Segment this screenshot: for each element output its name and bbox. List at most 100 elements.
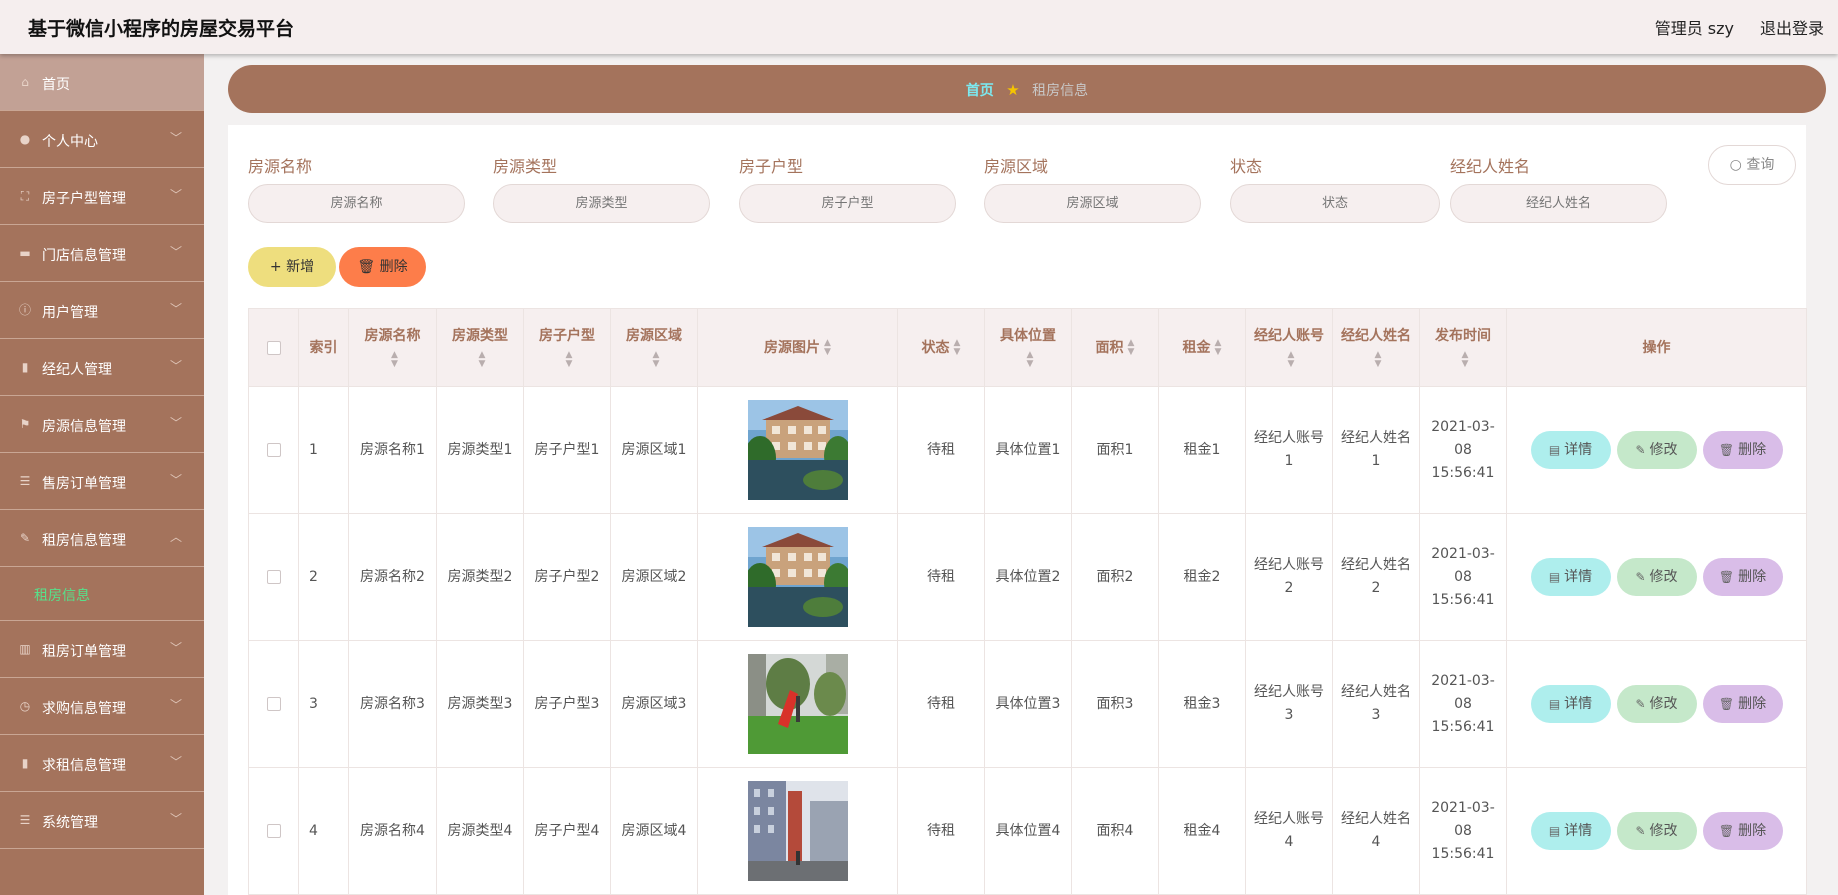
sidebar-subitem-rental-info[interactable]: 租房信息 bbox=[0, 567, 204, 621]
detail-button[interactable]: ▤ 详情 bbox=[1530, 812, 1611, 850]
cell-rent: 租金4 bbox=[1158, 767, 1246, 895]
cell-area: 房源区域1 bbox=[610, 386, 698, 514]
column-header[interactable]: 面积 ▲ ▼ bbox=[1071, 308, 1159, 387]
detail-button[interactable]: ▤ 详情 bbox=[1530, 558, 1611, 596]
add-button-label: 新增 bbox=[286, 259, 315, 275]
chevron-down-icon: ﹀ bbox=[169, 359, 182, 373]
sidebar-item-home[interactable]: ⌂ 首页 bbox=[0, 54, 204, 111]
sidebar-item-listings[interactable]: ⚑ 房源信息管理 ﹀ bbox=[0, 396, 204, 453]
column-header[interactable]: 房源区域 ▲ ▼ bbox=[610, 308, 698, 387]
cell-rent: 租金2 bbox=[1158, 513, 1246, 641]
pencil-icon: ✎ bbox=[1635, 570, 1646, 584]
sidebar-item-store[interactable]: ▬ 门店信息管理 ﹀ bbox=[0, 225, 204, 282]
sidebar-item-system[interactable]: ☰ 系统管理 ﹀ bbox=[0, 792, 204, 849]
cell-agent-account: 经纪人账号1 bbox=[1245, 386, 1333, 514]
batch-delete-button[interactable]: 🗑 删除 bbox=[339, 247, 426, 287]
delete-button[interactable]: 🗑 删除 bbox=[1702, 685, 1783, 723]
cell-size: 面积1 bbox=[1071, 386, 1159, 514]
breadcrumb-home[interactable]: 首页 bbox=[966, 83, 994, 99]
breadcrumb: 首页 ★ 租房信息 bbox=[228, 65, 1826, 113]
sidebar-item-users[interactable]: ⓘ 用户管理 ﹀ bbox=[0, 282, 204, 339]
sort-icon: ▲ ▼ bbox=[565, 349, 573, 369]
row-checkbox[interactable] bbox=[266, 569, 281, 584]
row-checkbox[interactable] bbox=[266, 442, 281, 457]
sidebar-item-rent-requests[interactable]: ▮ 求租信息管理 ﹀ bbox=[0, 735, 204, 792]
column-header[interactable]: 经纪人姓名 ▲ ▼ bbox=[1332, 308, 1420, 387]
type-input[interactable] bbox=[493, 184, 710, 223]
delete-label: 删除 bbox=[1738, 696, 1767, 712]
sort-icon: ▲ ▼ bbox=[1461, 349, 1469, 369]
edit-button[interactable]: ✎ 修改 bbox=[1616, 431, 1697, 469]
menu-icon: ☰ bbox=[19, 813, 31, 827]
cell-index: 3 bbox=[298, 640, 349, 768]
logout-link[interactable]: 退出登录 bbox=[1760, 15, 1824, 39]
name-input[interactable] bbox=[248, 184, 465, 223]
edit-icon: ✎ bbox=[19, 531, 31, 545]
table-header-row: 索引 房源名称 ▲ ▼ 房源类型 ▲ ▼ 房子户型 ▲ ▼ 房源区域 ▲ ▼ 房源图片 ▲ ▼ 状态… bbox=[248, 308, 1807, 387]
add-button[interactable]: + 新增 bbox=[248, 247, 336, 287]
column-header[interactable]: 状态 ▲ ▼ bbox=[897, 308, 985, 387]
cell-agent-name: 经纪人姓名4 bbox=[1332, 767, 1420, 895]
sidebar-item-purchase-requests[interactable]: ◷ 求购信息管理 ﹀ bbox=[0, 678, 204, 735]
filter-label-status: 状态 bbox=[1230, 157, 1263, 176]
status-input[interactable] bbox=[1230, 184, 1440, 223]
column-header: 操作 bbox=[1506, 308, 1807, 387]
detail-button[interactable]: ▤ 详情 bbox=[1530, 685, 1611, 723]
select-all-checkbox[interactable] bbox=[266, 340, 281, 355]
sidebar: ⌂ 首页 ● 个人中心 ﹀ ⛶ 房子户型管理 ﹀ ▬ 门店信息管理 ﹀ ⓘ 用户… bbox=[0, 54, 204, 895]
edit-button[interactable]: ✎ 修改 bbox=[1616, 812, 1697, 850]
column-header[interactable]: 房源图片 ▲ ▼ bbox=[697, 308, 898, 387]
sort-icon: ▲ ▼ bbox=[824, 337, 831, 357]
cell-rent: 租金3 bbox=[1158, 640, 1246, 768]
content-panel: 房源名称 房源类型 房子户型 房源区域 状态 经纪人姓名 ○ 查询 + 新增 🗑… bbox=[228, 125, 1807, 895]
column-header[interactable]: 发布时间 ▲ ▼ bbox=[1419, 308, 1507, 387]
sidebar-item-rental-orders[interactable]: ▥ 租房订单管理 ﹀ bbox=[0, 621, 204, 678]
delete-label: 删除 bbox=[1738, 569, 1767, 585]
playground-photo[interactable] bbox=[747, 654, 848, 754]
sidebar-item-profile[interactable]: ● 个人中心 ﹀ bbox=[0, 111, 204, 168]
delete-button[interactable]: 🗑 删除 bbox=[1702, 431, 1783, 469]
edit-label: 修改 bbox=[1649, 569, 1678, 585]
column-header[interactable]: 具体位置 ▲ ▼ bbox=[984, 308, 1072, 387]
frame-icon: ⛶ bbox=[20, 189, 30, 203]
villa-photo[interactable] bbox=[747, 400, 848, 500]
agent-name-input[interactable] bbox=[1450, 184, 1667, 223]
sidebar-item-label: 系统管理 bbox=[42, 815, 98, 831]
sort-icon: ▲ ▼ bbox=[953, 337, 961, 357]
chevron-down-icon: ﹀ bbox=[169, 641, 182, 655]
row-checkbox[interactable] bbox=[266, 823, 281, 838]
sidebar-item-house-layout[interactable]: ⛶ 房子户型管理 ﹀ bbox=[0, 168, 204, 225]
table-row: 2 房源名称2 房源类型2 房子户型2 房源区域2 待租 具体位置2 面积2 租… bbox=[248, 513, 1807, 641]
table-row: 4 房源名称4 房源类型4 房子户型4 房源区域4 待租 具体位置4 面积4 租… bbox=[248, 767, 1807, 895]
delete-button[interactable]: 🗑 删除 bbox=[1702, 812, 1783, 850]
layout-input[interactable] bbox=[739, 184, 956, 223]
villa-photo[interactable] bbox=[747, 527, 848, 627]
sidebar-item-agents[interactable]: ▮ 经纪人管理 ﹀ bbox=[0, 339, 204, 396]
column-header[interactable]: 经纪人账号 ▲ ▼ bbox=[1245, 308, 1333, 387]
column-header[interactable]: 租金 ▲ ▼ bbox=[1158, 308, 1246, 387]
area-input[interactable] bbox=[984, 184, 1201, 223]
trash-icon: 🗑 bbox=[1718, 824, 1735, 838]
edit-button[interactable]: ✎ 修改 bbox=[1616, 558, 1697, 596]
edit-button[interactable]: ✎ 修改 bbox=[1616, 685, 1697, 723]
sidebar-item-rental-info[interactable]: ✎ 租房信息管理 ︿ bbox=[0, 510, 204, 567]
row-checkbox[interactable] bbox=[266, 696, 281, 711]
cell-rent: 租金1 bbox=[1158, 386, 1246, 514]
filter-label-agent: 经纪人姓名 bbox=[1450, 157, 1531, 176]
sidebar-item-label: 房源信息管理 bbox=[42, 419, 126, 435]
sidebar-item-sale-orders[interactable]: ☰ 售房订单管理 ﹀ bbox=[0, 453, 204, 510]
star-icon: ★ bbox=[1006, 81, 1020, 99]
column-header[interactable]: 房子户型 ▲ ▼ bbox=[523, 308, 611, 387]
query-button[interactable]: ○ 查询 bbox=[1708, 145, 1796, 185]
filter-label-area: 房源区域 bbox=[984, 157, 1049, 176]
column-header[interactable]: 房源类型 ▲ ▼ bbox=[436, 308, 524, 387]
cell-agent-account: 经纪人账号4 bbox=[1245, 767, 1333, 895]
pencil-icon: ✎ bbox=[1635, 824, 1646, 838]
delete-button[interactable]: 🗑 删除 bbox=[1702, 558, 1783, 596]
detail-button[interactable]: ▤ 详情 bbox=[1530, 431, 1611, 469]
street-photo[interactable] bbox=[747, 781, 848, 881]
column-header[interactable]: 房源名称 ▲ ▼ bbox=[348, 308, 437, 387]
cell-image bbox=[697, 386, 898, 514]
compass-icon: ◷ bbox=[19, 699, 31, 713]
trash-icon: 🗑 bbox=[357, 259, 376, 275]
